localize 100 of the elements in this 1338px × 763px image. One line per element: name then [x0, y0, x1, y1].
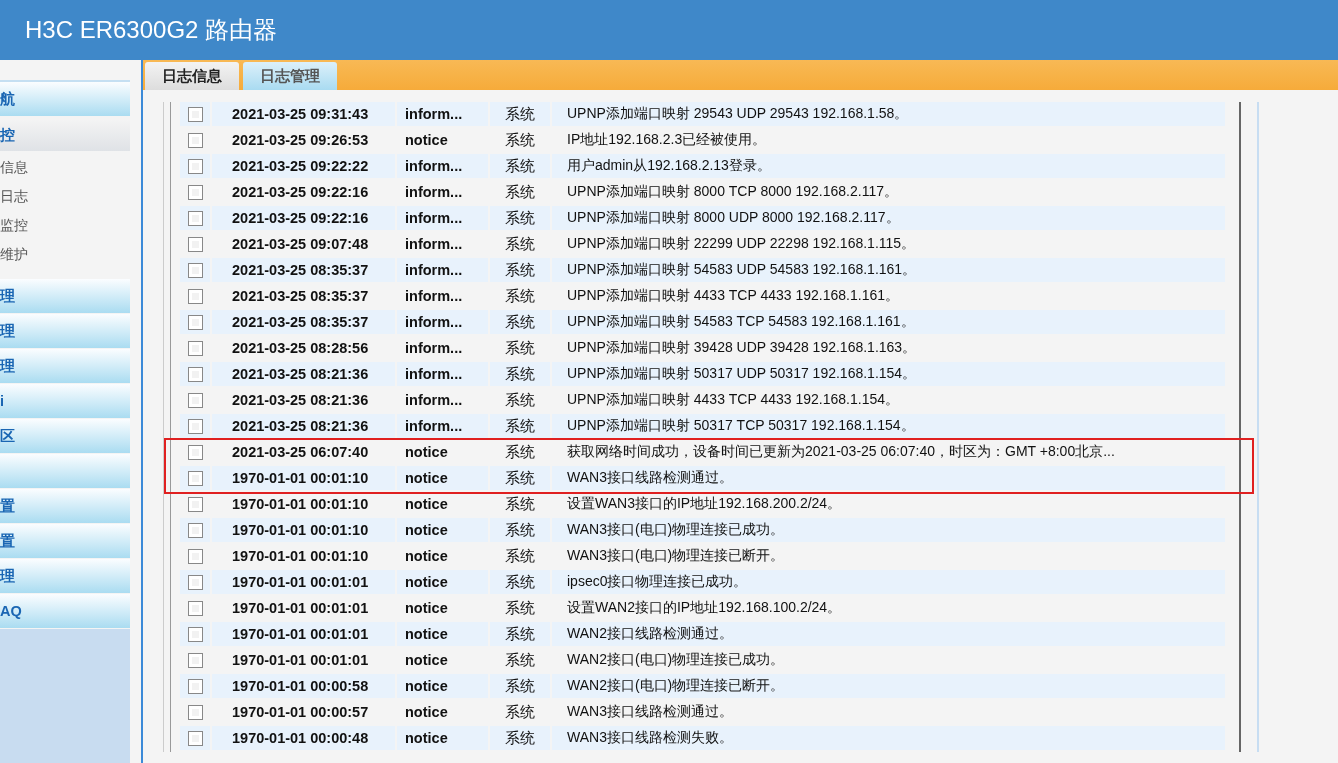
source-cell: 系统	[490, 726, 550, 750]
source-cell: 系统	[490, 206, 550, 230]
level-cell: inform...	[397, 258, 488, 282]
time-cell-text: 2021-03-25 08:28:56	[231, 339, 370, 358]
level-cell: notice	[397, 726, 488, 750]
level-cell: notice	[397, 622, 488, 646]
time-cell-text: 1970-01-01 00:01:01	[231, 599, 370, 618]
checkbox[interactable]	[187, 600, 203, 616]
checkbox[interactable]	[187, 678, 203, 694]
level-cell-text: notice	[404, 443, 449, 462]
sidebar-item[interactable]: 区	[0, 419, 130, 453]
checkbox[interactable]	[187, 158, 203, 174]
sidebar-item[interactable]: 理	[0, 279, 130, 313]
sidebar-item[interactable]: AQ	[0, 594, 130, 628]
message-cell: WAN2接口(电口)物理连接已断开。	[552, 674, 1225, 698]
level-cell: notice	[397, 570, 488, 594]
checkbox[interactable]	[187, 340, 203, 356]
time-cell: 2021-03-25 08:35:37	[212, 310, 395, 334]
time-cell-text: 2021-03-25 08:21:36	[231, 391, 370, 410]
checkbox[interactable]	[187, 366, 203, 382]
checkbox[interactable]	[187, 496, 203, 512]
checkbox[interactable]	[187, 548, 203, 564]
sidebar-subitem[interactable]: 维护	[0, 240, 130, 269]
level-cell: inform...	[397, 414, 488, 438]
level-cell: inform...	[397, 310, 488, 334]
time-cell-text: 2021-03-25 09:26:53	[231, 131, 370, 150]
message-cell: WAN3接口线路检测通过。	[552, 466, 1225, 490]
time-cell: 2021-03-25 09:22:22	[212, 154, 395, 178]
message-cell: 用户admin从192.168.2.13登录。	[552, 154, 1225, 178]
tab[interactable]: 日志管理	[243, 62, 337, 90]
message-cell: ipsec0接口物理连接已成功。	[552, 570, 1225, 594]
message-cell-text: 设置WAN3接口的IP地址192.168.200.2/24。	[566, 494, 843, 513]
time-cell: 1970-01-01 00:01:10	[212, 466, 395, 490]
level-cell-text: notice	[404, 703, 449, 722]
level-cell-text: notice	[404, 495, 449, 514]
source-cell-text: 系统	[504, 442, 536, 462]
time-cell: 2021-03-25 09:31:43	[212, 102, 395, 126]
sidebar-subitem[interactable]: 监控	[0, 211, 130, 240]
sidebar-item[interactable]: 置	[0, 524, 130, 558]
source-cell-text: 系统	[504, 494, 536, 514]
time-cell: 1970-01-01 00:01:01	[212, 622, 395, 646]
message-cell-text: UPNP添加端口映射 22299 UDP 22298 192.168.1.115。	[566, 234, 917, 253]
source-cell-text: 系统	[504, 650, 536, 670]
checkbox[interactable]	[187, 288, 203, 304]
time-cell: 1970-01-01 00:01:10	[212, 518, 395, 542]
sidebar-item[interactable]: 航	[0, 82, 130, 116]
message-cell-text: IP地址192.168.2.3已经被使用。	[566, 130, 768, 149]
sidebar-item[interactable]: 置	[0, 489, 130, 523]
checkbox[interactable]	[187, 392, 203, 408]
time-cell: 1970-01-01 00:01:01	[212, 570, 395, 594]
checkbox[interactable]	[187, 314, 203, 330]
checkbox[interactable]	[187, 132, 203, 148]
checkbox[interactable]	[187, 106, 203, 122]
sidebar-subitem[interactable]: 信息	[0, 153, 130, 182]
message-cell: UPNP添加端口映射 50317 UDP 50317 192.168.1.154。	[552, 362, 1225, 386]
source-cell-text: 系统	[504, 546, 536, 566]
source-cell: 系统	[490, 102, 550, 126]
time-cell-text: 2021-03-25 09:22:16	[231, 183, 370, 202]
sidebar-subitem[interactable]: 日志	[0, 182, 130, 211]
checkbox[interactable]	[187, 652, 203, 668]
checkbox[interactable]	[187, 470, 203, 486]
sidebar-item[interactable]: 理	[0, 349, 130, 383]
sidebar-item[interactable]: 理	[0, 559, 130, 593]
message-cell: WAN2接口线路检测通过。	[552, 622, 1225, 646]
message-cell-text: UPNP添加端口映射 4433 TCP 4433 192.168.1.154。	[566, 390, 901, 409]
level-cell-text: inform...	[404, 183, 464, 202]
message-cell-text: UPNP添加端口映射 4433 TCP 4433 192.168.1.161。	[566, 286, 901, 305]
checkbox[interactable]	[187, 210, 203, 226]
checkbox[interactable]	[187, 262, 203, 278]
checkbox[interactable]	[187, 184, 203, 200]
source-cell-text: 系统	[504, 598, 536, 618]
message-cell: UPNP添加端口映射 54583 TCP 54583 192.168.1.161。	[552, 310, 1225, 334]
checkbox[interactable]	[187, 236, 203, 252]
level-cell: inform...	[397, 102, 488, 126]
time-cell-text: 1970-01-01 00:01:10	[231, 495, 370, 514]
checkbox[interactable]	[187, 522, 203, 538]
source-cell: 系统	[490, 362, 550, 386]
message-cell-text: UPNP添加端口映射 39428 UDP 39428 192.168.1.163。	[566, 338, 918, 357]
time-cell: 2021-03-25 08:21:36	[212, 362, 395, 386]
checkbox[interactable]	[187, 704, 203, 720]
message-cell-text: 设置WAN2接口的IP地址192.168.100.2/24。	[566, 598, 843, 617]
checkbox[interactable]	[187, 626, 203, 642]
level-cell-text: notice	[404, 599, 449, 618]
checkbox[interactable]	[187, 418, 203, 434]
level-cell-text: inform...	[404, 287, 464, 306]
level-cell: inform...	[397, 154, 488, 178]
tab[interactable]: 日志信息	[145, 62, 239, 90]
source-cell: 系统	[490, 310, 550, 334]
checkbox[interactable]	[187, 574, 203, 590]
checkbox[interactable]	[187, 444, 203, 460]
sidebar-item[interactable]: i	[0, 384, 130, 418]
checkbox[interactable]	[187, 730, 203, 746]
sidebar-item[interactable]: 理	[0, 314, 130, 348]
source-cell-text: 系统	[504, 130, 536, 150]
source-cell: 系统	[490, 154, 550, 178]
source-cell-text: 系统	[504, 234, 536, 254]
level-cell-text: notice	[404, 547, 449, 566]
time-cell-text: 1970-01-01 00:01:10	[231, 547, 370, 566]
message-cell: UPNP添加端口映射 54583 UDP 54583 192.168.1.161。	[552, 258, 1225, 282]
message-cell-text: 获取网络时间成功，设备时间已更新为2021-03-25 06:07:40，时区为：GMT +8:00北京...	[566, 442, 1116, 461]
